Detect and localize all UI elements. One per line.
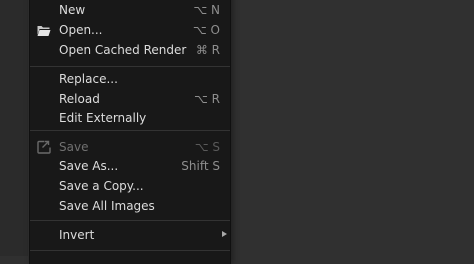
- menu-item-label: Open...: [59, 23, 103, 37]
- menu-item-shortcut: ⌥ R: [194, 92, 220, 106]
- menu-separator: [30, 250, 230, 251]
- menu-item-shortcut: ⌥ O: [192, 23, 220, 37]
- menu-item-save-a-copy[interactable]: Save a Copy...: [30, 176, 230, 196]
- menu-item-label: Invert: [59, 228, 95, 242]
- menu-item-shortcut: Shift S: [181, 159, 220, 173]
- menu-item-label: New: [59, 3, 86, 17]
- menu-item-label: Save a Copy...: [59, 179, 144, 193]
- menu-item-invert[interactable]: Invert: [30, 225, 230, 245]
- menu-item-label: Open Cached Render: [59, 43, 187, 57]
- menu-separator: [30, 220, 230, 221]
- menu-item-label: Save: [59, 140, 89, 154]
- menu-separator: [30, 66, 230, 67]
- menu-item-label: Replace...: [59, 72, 118, 86]
- menu-item-label: Save All Images: [59, 199, 155, 213]
- menu-item-edit-externally[interactable]: Edit Externally: [30, 108, 230, 128]
- menu-separator: [30, 130, 230, 131]
- menu-item-label: Save As...: [59, 159, 119, 173]
- image-menu-dropdown: New ⌥ N Open... ⌥ O Open Cached Render ⌘…: [29, 0, 231, 264]
- menu-item-open[interactable]: Open... ⌥ O: [30, 20, 230, 40]
- menu-item-shortcut: ⌥ N: [193, 3, 220, 17]
- menu-item-shortcut: ⌘ R: [195, 43, 220, 57]
- editor-side-strip: [0, 0, 28, 256]
- folder-open-icon: [36, 22, 52, 38]
- menu-item-shortcut: ⌥ S: [194, 140, 220, 154]
- menu-item-save-as[interactable]: Save As... Shift S: [30, 156, 230, 176]
- menu-item-label: Reload: [59, 92, 100, 106]
- menu-item-save: Save ⌥ S: [30, 137, 230, 157]
- menu-item-open-cached-render[interactable]: Open Cached Render ⌘ R: [30, 40, 230, 60]
- menu-item-replace[interactable]: Replace...: [30, 69, 230, 89]
- save-file-icon: [36, 139, 52, 155]
- menu-item-reload[interactable]: Reload ⌥ R: [30, 89, 230, 109]
- menu-item-label: Edit Externally: [59, 111, 147, 125]
- menu-item-save-all-images[interactable]: Save All Images: [30, 196, 230, 216]
- submenu-arrow-icon: [222, 231, 227, 237]
- menu-item-new[interactable]: New ⌥ N: [30, 0, 230, 20]
